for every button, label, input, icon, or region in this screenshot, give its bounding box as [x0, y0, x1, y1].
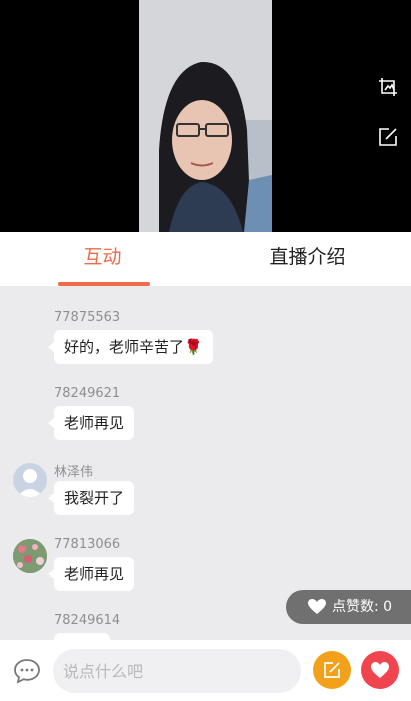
edit-button[interactable] [313, 651, 351, 689]
flower-avatar[interactable] [13, 539, 47, 573]
tab-interaction[interactable]: 互动 [0, 232, 205, 286]
chat-bubble: 好的，老师辛苦了🌹 [48, 330, 213, 364]
edit-icon[interactable] [377, 126, 399, 148]
composer-bar [0, 640, 411, 701]
chat-username: 77875563 [54, 310, 121, 325]
default-avatar[interactable] [13, 463, 47, 497]
chat-username: 77813066 [54, 537, 121, 552]
chat-username: 78249621 [54, 386, 121, 401]
tab-live-intro[interactable]: 直播介绍 [205, 232, 410, 286]
likes-count: 点赞数: 0 [332, 599, 393, 615]
comment-input[interactable] [53, 649, 301, 693]
live-video[interactable] [0, 0, 411, 232]
presenter-image [139, 0, 272, 232]
chat-bubble: 老师再见 [47, 557, 135, 591]
tab-interaction-label: 互动 [83, 246, 122, 268]
chat-bubble [54, 633, 110, 640]
heart-icon [308, 599, 326, 614]
tab-bar: 互动 直播介绍 [0, 232, 411, 286]
chat-username: 78249614 [54, 613, 121, 628]
chat-bubble: 老师再见 [47, 406, 135, 440]
video-frame [139, 0, 272, 232]
edit-icon [324, 662, 340, 678]
chat-bubble: 我裂开了 [47, 481, 135, 515]
chat-username: 林泽伟 [54, 465, 94, 480]
screenshot-icon[interactable] [377, 76, 399, 98]
chat-list[interactable]: 77875563 好的，老师辛苦了🌹 78249621 老师再见 林泽伟 我裂开… [0, 286, 411, 640]
likes-counter: 点赞数: 0 [286, 590, 411, 624]
chat-bubble-icon[interactable] [13, 658, 41, 684]
like-button[interactable] [361, 651, 399, 689]
heart-icon [371, 662, 389, 678]
tab-live-intro-label: 直播介绍 [269, 246, 346, 268]
